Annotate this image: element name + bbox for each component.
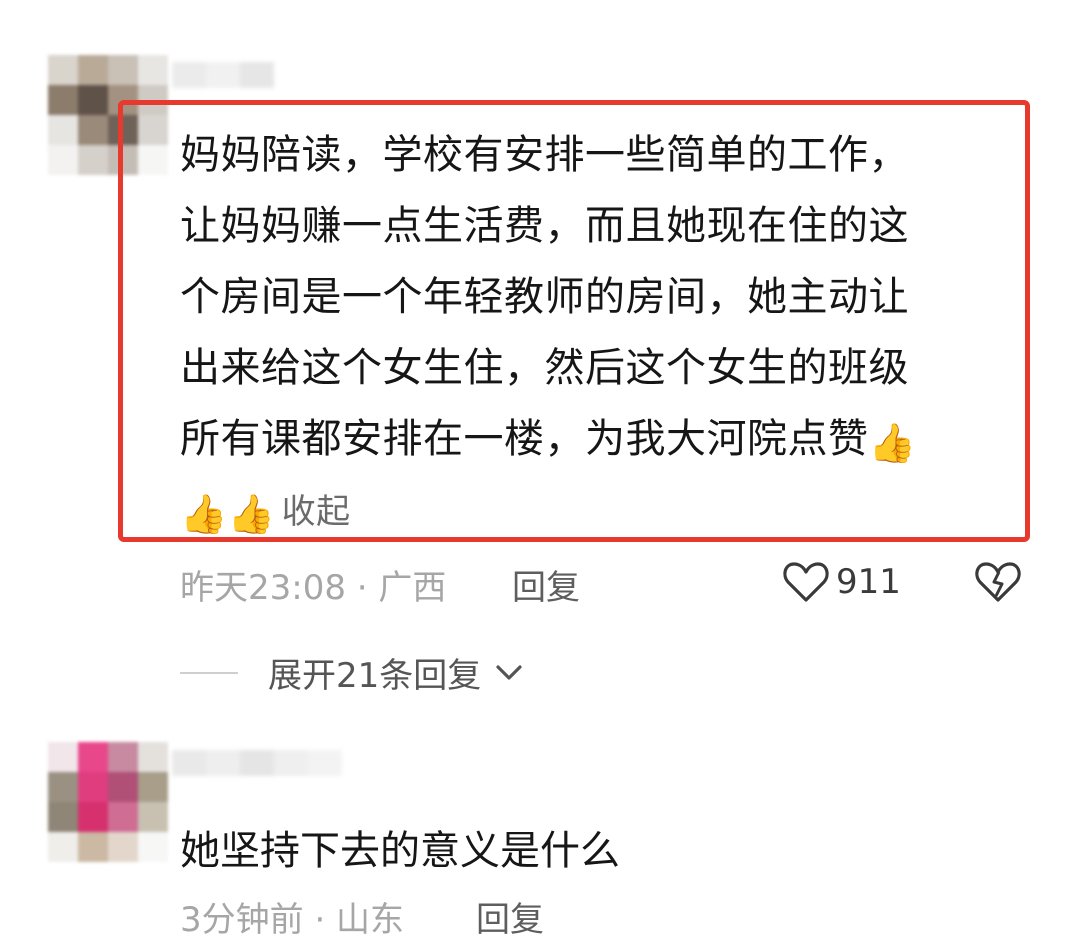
comment-text: 她坚持下去的意义是什么 [180,828,620,874]
comment-line: 妈妈陪读，学校有安排一些简单的工作， [180,132,909,178]
like-button[interactable]: 911 [782,560,901,604]
broken-heart-icon [975,562,1021,602]
comment-line: 让妈妈赚一点生活费，而且她现在住的这 [180,203,909,249]
like-count: 911 [836,562,901,602]
collapse-link[interactable]: 收起 [282,492,351,532]
expand-replies-label: 展开21条回复 [268,656,482,696]
reply-button[interactable]: 回复 [476,892,544,941]
avatar[interactable] [48,742,168,862]
divider-line [180,671,238,674]
comment-time-location: 3分钟前 · 山东 [180,900,405,940]
thumbs-up-icon: 👍 [868,421,917,465]
username-blurred[interactable] [172,750,342,776]
expand-replies-button[interactable]: 展开21条回复 [180,648,523,697]
comment-line: 出来给这个女生住，然后这个女生的班级 [180,345,909,391]
comment-line: 个房间是一个年轻教师的房间，她主动让 [180,274,909,320]
comment-time-location: 昨天23:08 · 广西 [180,568,447,608]
chevron-down-icon [496,664,522,680]
thumbs-up-icon: 👍 [180,492,228,536]
comment-text: 妈妈陪读，学校有安排一些简单的工作， 让妈妈赚一点生活费，而且她现在住的这 个房… [180,120,1010,548]
heart-icon [783,562,829,602]
comment-line: 👍👍 收起 [180,475,1010,548]
dislike-button[interactable] [975,560,1021,608]
comment-line-text: 所有课都安排在一楼，为我大河院点赞 [180,416,869,462]
username-blurred[interactable] [172,62,274,88]
thumbs-up-icon: 👍 [227,492,276,536]
comment-line: 所有课都安排在一楼，为我大河院点赞👍 [180,404,1010,475]
reply-button[interactable]: 回复 [512,560,580,609]
